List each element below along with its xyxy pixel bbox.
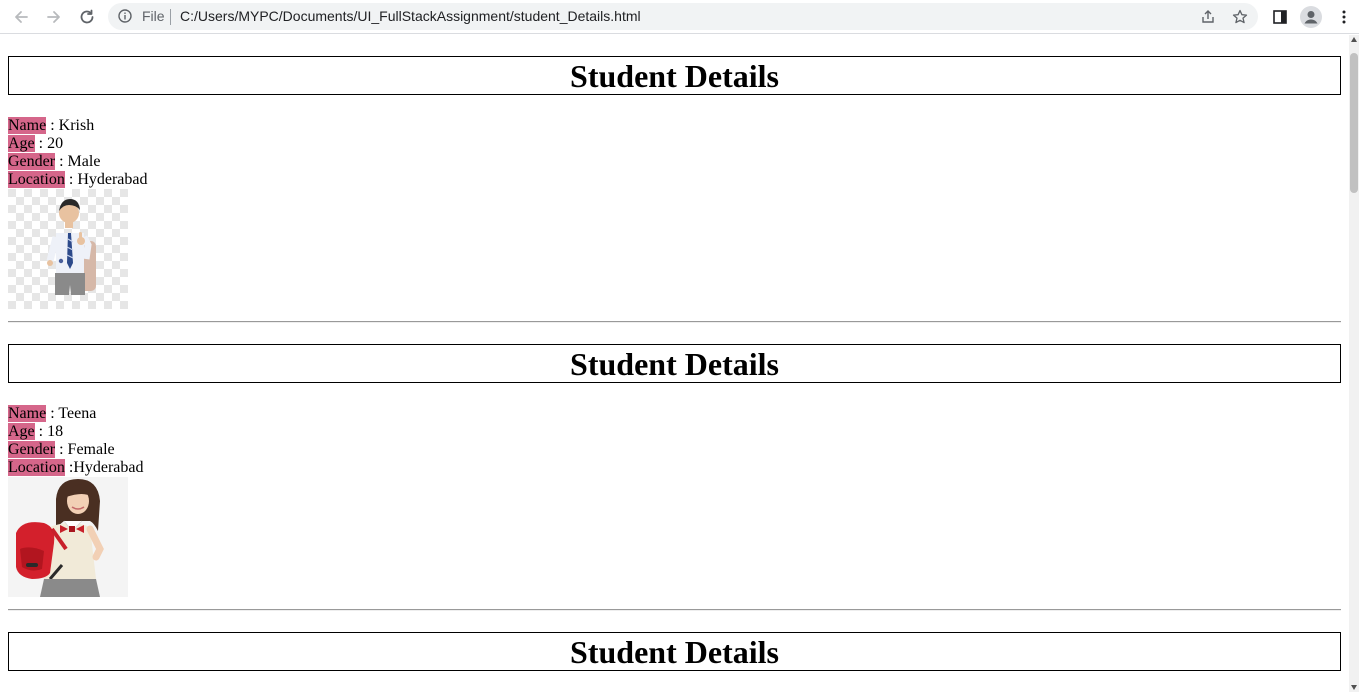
- star-icon: [1232, 9, 1248, 24]
- student-details-heading: Student Details: [8, 632, 1341, 671]
- side-panel-button[interactable]: [1268, 5, 1292, 29]
- age-label: Age: [8, 423, 35, 440]
- gender-value: : Male: [55, 153, 101, 170]
- file-scheme-label: File: [142, 8, 165, 24]
- name-label: Name: [8, 405, 47, 422]
- omnibox-divider: [170, 9, 171, 25]
- boy-student-photo: [8, 189, 128, 309]
- location-value: :Hyderabad: [64, 459, 144, 476]
- age-label: Age: [8, 135, 35, 152]
- age-value: : 18: [34, 423, 64, 440]
- gender-value: : Female: [55, 441, 115, 458]
- reload-button[interactable]: [75, 5, 99, 29]
- student-details-heading: Student Details: [8, 344, 1341, 383]
- profile-button[interactable]: [1299, 5, 1323, 29]
- gender-field: Gender : Female: [8, 441, 115, 459]
- name-field: Name : Krish: [8, 117, 94, 135]
- browser-toolbar: File C:/Users/MYPC/Documents/UI_FullStac…: [0, 0, 1359, 34]
- vertical-scrollbar[interactable]: [1349, 35, 1359, 692]
- url-text[interactable]: C:/Users/MYPC/Documents/UI_FullStackAssi…: [180, 8, 641, 24]
- forward-button[interactable]: [42, 5, 66, 29]
- scrollbar-thumb[interactable]: [1350, 53, 1358, 193]
- location-label: Location: [8, 171, 65, 188]
- share-button[interactable]: [1198, 7, 1218, 27]
- divider: [8, 321, 1341, 323]
- back-arrow-icon: [15, 11, 28, 23]
- gender-field: Gender : Male: [8, 153, 100, 171]
- share-icon: [1202, 10, 1214, 23]
- gender-label: Gender: [8, 441, 56, 458]
- location-field: Location :Hyderabad: [8, 459, 144, 477]
- gender-label: Gender: [8, 153, 56, 170]
- age-value: : 20: [34, 135, 64, 152]
- name-value: : Krish: [46, 117, 95, 134]
- age-field: Age : 20: [8, 135, 63, 153]
- reload-icon: [80, 9, 94, 24]
- bookmark-button[interactable]: [1230, 7, 1250, 27]
- page-content: Student Details Name : Krish Age : 20 Ge…: [0, 35, 1349, 692]
- location-value: : Hyderabad: [64, 171, 148, 188]
- scroll-up-arrow-icon[interactable]: [1351, 37, 1357, 42]
- location-label: Location: [8, 459, 65, 476]
- name-label: Name: [8, 117, 47, 134]
- location-field: Location : Hyderabad: [8, 171, 148, 189]
- student-details-heading: Student Details: [8, 56, 1341, 95]
- divider: [8, 609, 1341, 611]
- age-field: Age : 18: [8, 423, 63, 441]
- name-value: : Teena: [46, 405, 97, 422]
- menu-button[interactable]: [1332, 5, 1356, 29]
- side-panel-icon: [1273, 10, 1287, 24]
- info-icon[interactable]: [118, 9, 132, 23]
- girl-student-photo: [8, 477, 128, 597]
- name-field: Name : Teena: [8, 405, 96, 423]
- scroll-down-arrow-icon[interactable]: [1351, 685, 1357, 690]
- back-button[interactable]: [9, 5, 33, 29]
- address-bar[interactable]: File C:/Users/MYPC/Documents/UI_FullStac…: [108, 3, 1258, 30]
- kebab-menu-icon: [1342, 10, 1346, 24]
- avatar-icon: [1300, 6, 1322, 28]
- forward-arrow-icon: [47, 11, 60, 23]
